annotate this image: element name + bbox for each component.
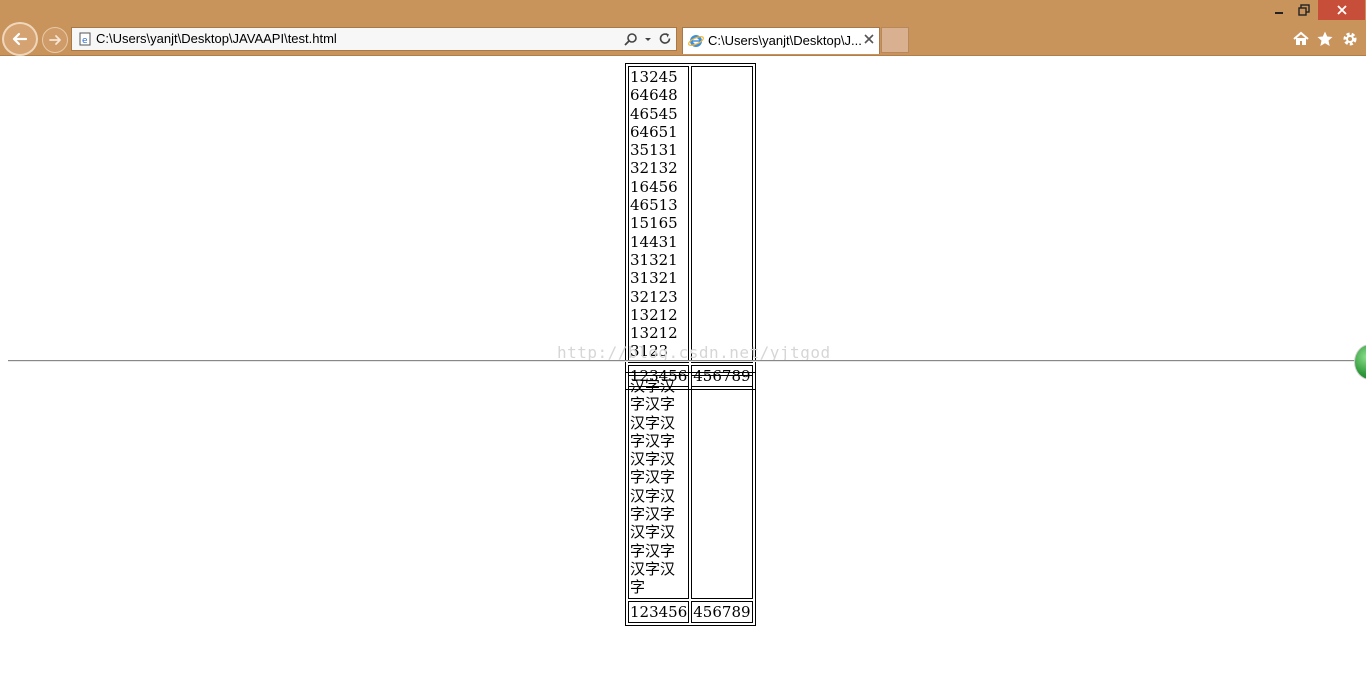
browser-tab[interactable]: C:\Users\yanjt\Desktop\J... — [682, 27, 880, 54]
table-numbers: 1324564648465456465135131321321645646513… — [625, 63, 756, 390]
table-footer-cell: 123456 — [628, 600, 690, 623]
close-window-icon — [1336, 5, 1347, 15]
settings-gear-icon[interactable] — [1341, 30, 1359, 48]
table-cell-empty — [691, 66, 753, 363]
table-cell-long-number: 1324564648465456465135131321321645646513… — [628, 66, 690, 363]
dropdown-arrow-icon[interactable] — [644, 32, 652, 46]
table-footer-cell: 456789 — [691, 600, 753, 623]
page-icon: e — [79, 32, 91, 46]
long-number-text: 1324564648465456465135131321321645646513… — [630, 68, 678, 361]
new-tab-button[interactable] — [881, 27, 909, 53]
browser-toolbar: e C:\Users\yanjt\Desktop\JAVAAPI\test.ht… — [0, 0, 1366, 56]
page-content: 1324564648465456465135131321321645646513… — [0, 56, 1366, 686]
restore-button[interactable] — [1292, 0, 1316, 20]
svg-text:e: e — [82, 36, 88, 46]
forward-arrow-icon — [49, 35, 61, 45]
table-chinese: 汉字汉字汉字汉字汉字汉字汉字汉字汉字汉字汉字汉字汉字汉字汉字汉字汉字 12345… — [625, 372, 756, 626]
search-icon[interactable] — [624, 32, 638, 46]
address-url[interactable]: C:\Users\yanjt\Desktop\JAVAAPI\test.html — [96, 31, 337, 46]
forward-button[interactable] — [42, 27, 68, 53]
refresh-icon[interactable] — [658, 32, 672, 46]
close-window-button[interactable] — [1318, 0, 1365, 20]
back-button[interactable] — [2, 22, 38, 56]
table-cell-empty — [691, 375, 753, 599]
table-cell-chinese-text: 汉字汉字汉字汉字汉字汉字汉字汉字汉字汉字汉字汉字汉字汉字汉字汉字汉字 — [628, 375, 690, 599]
tab-title: C:\Users\yanjt\Desktop\J... — [708, 33, 862, 48]
favorites-star-icon[interactable] — [1316, 30, 1334, 48]
address-bar[interactable]: e C:\Users\yanjt\Desktop\JAVAAPI\test.ht… — [71, 27, 677, 51]
close-tab-icon[interactable] — [863, 33, 875, 45]
ie-logo-icon — [688, 35, 704, 47]
horizontal-rule — [8, 360, 1366, 362]
floating-ball-icon[interactable] — [1354, 344, 1366, 380]
minimize-button[interactable] — [1268, 0, 1290, 20]
chinese-text: 汉字汉字汉字汉字汉字汉字汉字汉字汉字汉字汉字汉字汉字汉字汉字汉字汉字 — [630, 377, 676, 597]
home-icon[interactable] — [1292, 30, 1310, 48]
minimize-icon — [1275, 12, 1283, 14]
back-arrow-icon — [12, 32, 28, 46]
restore-icon — [1298, 4, 1310, 16]
